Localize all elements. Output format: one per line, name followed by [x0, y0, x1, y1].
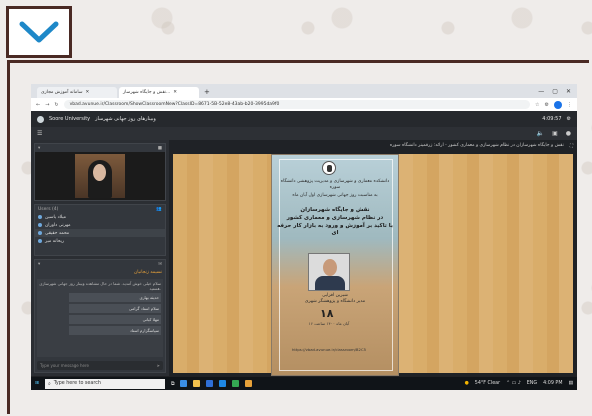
users-header: Users (4): [38, 206, 59, 212]
collapse-chevron-button[interactable]: [6, 6, 72, 58]
back-icon[interactable]: ←: [36, 102, 40, 108]
app-icon[interactable]: [245, 380, 253, 387]
tray-icons[interactable]: ⌃ ▭ ♪: [506, 381, 521, 386]
tab-label: سامانه آموزش مجازی: [41, 90, 83, 95]
user-item[interactable]: محمد حقیقی: [35, 229, 165, 237]
task-view-icon[interactable]: ⧉: [171, 381, 174, 387]
file-explorer-icon[interactable]: [193, 380, 201, 387]
users-group-icon: 👥: [156, 206, 162, 212]
maximize-icon[interactable]: ▢: [552, 88, 558, 95]
windows-start-icon[interactable]: ⊞: [35, 381, 39, 386]
chat-sender: نسیمه زنجانیان: [133, 270, 162, 275]
chat-icon[interactable]: ✉: [158, 262, 162, 267]
chat-message: حدیثه بهاری: [69, 293, 161, 302]
extensions-icon[interactable]: ⚙: [545, 102, 549, 108]
users-panel: Users (4) 👥 میلاد یاسین مهرنی داوران محمد…: [34, 204, 166, 256]
toolbar: ☰ 🔈 ▣ ●: [31, 127, 577, 140]
address-bar: ← → ↻ vbad.avunue.ir/Classroom/ShowClass…: [31, 98, 577, 111]
poster-title-3: با تاکید بر آموزش و ورود به بازار کار حر…: [277, 223, 393, 236]
menu-icon[interactable]: ⋮: [567, 102, 572, 108]
tab-label: نقش و جایگاه شهرساز...: [123, 90, 171, 95]
webcam-video: [35, 152, 165, 200]
event-poster: دانشکده معماری و شهرسازی و مدیریت پژوهشی…: [271, 154, 399, 376]
poster-university: دانشکده معماری و شهرسازی و مدیریت پژوهشی…: [280, 179, 390, 190]
app-header: Soore University وبینارهای روز جهانی شهر…: [31, 111, 577, 127]
taskbar-clock[interactable]: 4:09 PM: [543, 381, 562, 386]
notification-icon[interactable]: ▤: [568, 381, 573, 386]
taskbar-search[interactable]: ⌕ Type here to search: [45, 378, 166, 389]
url-field[interactable]: vbad.avunue.ir/Classroom/ShowClassroomNe…: [63, 100, 531, 109]
send-icon[interactable]: ➤: [157, 363, 160, 368]
speaker-role: مدیر دانشگاه و پژوهشگر شهری: [304, 299, 366, 304]
tab-close-icon[interactable]: ✕: [85, 90, 89, 95]
hamburger-menu-icon[interactable]: ☰: [37, 130, 42, 137]
video-panel-toggle-icon[interactable]: ▾: [38, 146, 40, 151]
settings-icon[interactable]: ⚙: [567, 116, 571, 122]
star-icon[interactable]: ☆: [535, 102, 539, 108]
embedded-screenshot: سامانه آموزش مجازی ✕ نقش و جایگاه شهرساز.…: [31, 84, 577, 390]
user-item[interactable]: میلاد یاسین: [35, 213, 165, 221]
windows-taskbar: ⊞ ⌕ Type here to search ⧉ ● 54°F Clear ⌃ …: [31, 377, 577, 390]
chat-message: سپاسگزارم استاد: [69, 326, 161, 335]
user-item[interactable]: ریحانه میر: [35, 237, 165, 245]
tab-close-icon[interactable]: ✕: [173, 90, 177, 95]
close-window-icon[interactable]: ✕: [566, 88, 571, 95]
user-icon[interactable]: ●: [566, 130, 571, 137]
video-panel: ▾ ■: [34, 143, 166, 201]
date-text: آبان ماه ۱۴۰۰ ساعت ۱۶: [308, 321, 350, 326]
forward-icon[interactable]: →: [45, 102, 49, 108]
org-logo-icon: [37, 115, 44, 123]
left-sidebar: ▾ ■ Users (4) 👥 میلاد یاسین مهرنی داوران م…: [31, 140, 169, 376]
browser-tab-1[interactable]: سامانه آموزش مجازی ✕: [37, 87, 117, 98]
chat-messages: سلام خیلی خوش آمدید. شما در حال مشاهده و…: [37, 279, 163, 357]
browser-tab-bar: سامانه آموزش مجازی ✕ نقش و جایگاه شهرساز.…: [31, 84, 577, 98]
poster-event: به مناسبت روز جهانی شهرسازی اول آبان ماه: [292, 193, 378, 198]
reload-icon[interactable]: ↻: [54, 102, 58, 108]
fullscreen-icon[interactable]: ⛶: [570, 143, 573, 151]
speaker-icon[interactable]: 🔈: [537, 130, 544, 137]
speaker-photo: [308, 253, 350, 291]
mail-icon[interactable]: [219, 380, 227, 387]
chat-toggle-icon[interactable]: ▾: [38, 262, 40, 267]
chat-panel: ▾ ✉ نسیمه زنجانیان سلام خیلی خوش آمدید. ش…: [34, 259, 166, 373]
edge-icon[interactable]: [180, 380, 188, 387]
slide-area: دانشکده معماری و شهرسازی و مدیریت پژوهشی…: [173, 154, 573, 376]
stage-title: نقش و جایگاه شهرسازان در نظام شهرسازی و …: [389, 143, 564, 148]
chat-intro: سلام خیلی خوش آمدید. شما در حال مشاهده و…: [39, 281, 161, 291]
screen-share-icon[interactable]: ▣: [552, 130, 558, 137]
store-icon[interactable]: [206, 380, 214, 387]
chat-input[interactable]: Type your message here ➤: [37, 361, 163, 370]
chrome-icon[interactable]: [232, 380, 240, 387]
minimize-icon[interactable]: —: [538, 88, 544, 95]
profile-avatar[interactable]: [554, 100, 562, 109]
university-seal-icon: [322, 161, 336, 175]
search-icon: ⌕: [48, 381, 51, 387]
chat-message: مهلا کیانی: [69, 315, 161, 324]
org-name: Soore University: [49, 116, 91, 122]
poster-link: https://vbad.avunue.ir/classroom/B2C5: [291, 347, 367, 352]
chat-message: سلام استاد گرامی: [69, 304, 161, 313]
user-item[interactable]: مهرنی داوران: [35, 221, 165, 229]
browser-tab-2[interactable]: نقش و جایگاه شهرساز... ✕: [119, 87, 199, 98]
presentation-stage: نقش و جایگاه شهرسازان در نظام شهرسازی و …: [169, 140, 577, 376]
language-indicator[interactable]: ENG: [527, 381, 537, 386]
new-tab-icon[interactable]: +: [201, 88, 210, 98]
camera-icon[interactable]: ■: [158, 146, 162, 151]
chevron-down-icon: [19, 21, 59, 43]
room-name: وبینارهای روز جهانی شهرساز: [95, 116, 156, 122]
session-time: 4:09:57: [542, 116, 562, 122]
weather-text[interactable]: 54°F Clear: [475, 381, 500, 386]
poster-title-2: در نظام شهرسازی و معماری کشور: [286, 215, 384, 221]
date-number: ۱۸: [320, 307, 334, 320]
weather-icon: ●: [464, 381, 469, 386]
poster-title-1: نقش و جایگاه شهرسازان: [300, 207, 370, 213]
